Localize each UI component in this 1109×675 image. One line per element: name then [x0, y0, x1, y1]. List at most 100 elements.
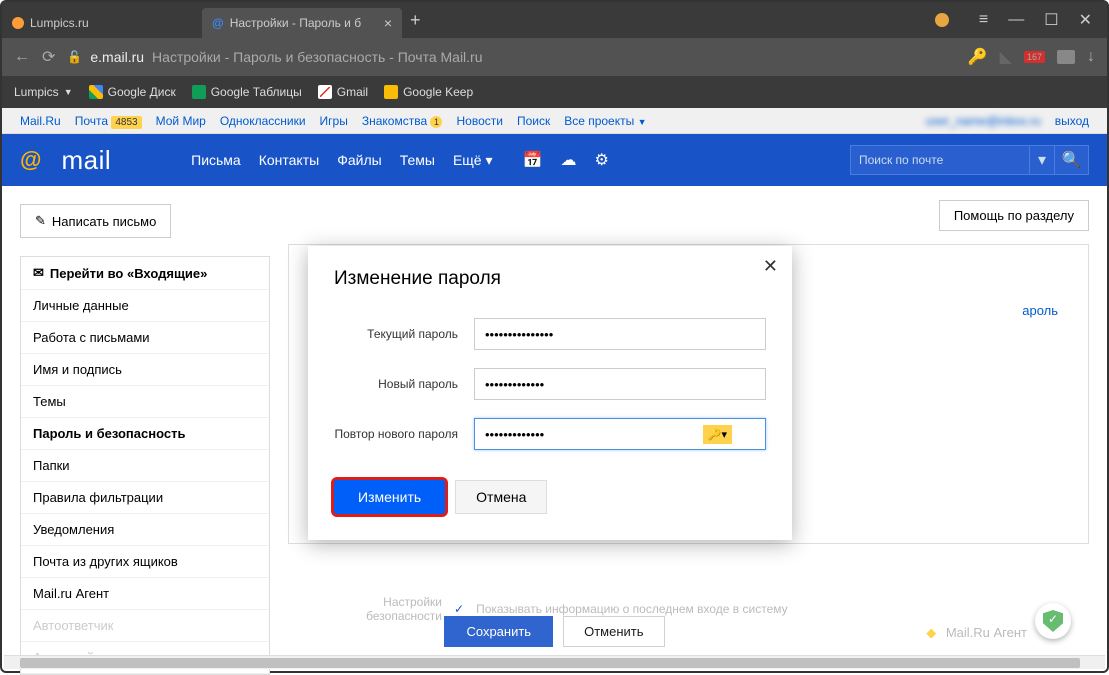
gmail-icon	[318, 85, 332, 99]
nav-contacts[interactable]: Контакты	[259, 152, 319, 169]
adguard-button[interactable]	[1035, 603, 1071, 639]
label-new: Новый пароль	[334, 377, 474, 391]
portal-link-all[interactable]: Все проекты ▼	[564, 114, 646, 128]
nav-more[interactable]: Ещё ▾	[453, 152, 493, 169]
sidenav-notifications[interactable]: Уведомления	[21, 514, 269, 546]
bookmark-gsheets[interactable]: Google Таблицы	[192, 85, 302, 99]
input-current-password[interactable]	[474, 318, 766, 350]
bg-checkbox[interactable]: ✓	[454, 602, 464, 616]
sidenav-work[interactable]: Работа с письмами	[21, 322, 269, 354]
sidenav-folders[interactable]: Папки	[21, 450, 269, 482]
extension-lastfm-icon[interactable]	[1057, 50, 1075, 64]
row-new-password: Новый пароль	[334, 368, 766, 400]
nav-themes[interactable]: Темы	[400, 152, 435, 169]
mail-nav: Письма Контакты Файлы Темы Ещё ▾	[191, 152, 492, 169]
nav-files[interactable]: Файлы	[337, 152, 381, 169]
password-manager-icon[interactable]: 🔑▾	[703, 425, 732, 444]
agent-icon: ◆	[926, 625, 936, 640]
horizontal-scrollbar[interactable]	[4, 655, 1105, 669]
calendar-icon[interactable]: 📅	[523, 150, 543, 170]
input-new-password[interactable]	[474, 368, 766, 400]
bookmark-lumpics[interactable]: Lumpics ▼	[14, 85, 73, 99]
portal-link-dating[interactable]: Знакомства 1	[362, 114, 443, 128]
dating-count-badge: 1	[430, 116, 442, 128]
gdrive-icon	[89, 85, 103, 99]
search-input[interactable]	[850, 145, 1030, 175]
bookmark-icon[interactable]: ◣	[1000, 47, 1012, 67]
close-window-icon[interactable]: ✕	[1079, 10, 1092, 30]
bg-checkbox-text: Показывать информацию о последнем входе …	[476, 602, 788, 616]
sidenav-agent[interactable]: Mail.ru Агент	[21, 578, 269, 610]
mail-count-badge: 4853	[111, 116, 141, 129]
portal-link-games[interactable]: Игры	[320, 114, 348, 128]
user-email[interactable]: user_name@inbox.ru	[926, 114, 1041, 128]
label-repeat: Повтор нового пароля	[334, 427, 474, 441]
back-button[interactable]: ←	[14, 48, 30, 66]
bg-cancel-button[interactable]: Отменить	[563, 616, 664, 647]
shield-icon	[1043, 610, 1063, 632]
portal-link-mymir[interactable]: Мой Мир	[156, 114, 206, 128]
row-repeat-password: Повтор нового пароля 🔑▾	[334, 418, 766, 450]
sidenav-filters[interactable]: Правила фильтрации	[21, 482, 269, 514]
portal-navbar: Mail.Ru Почта 4853 Мой Мир Одноклассники…	[2, 108, 1107, 134]
downloads-icon[interactable]: ↓	[1087, 48, 1095, 66]
row-current-password: Текущий пароль	[334, 318, 766, 350]
modal-title: Изменение пароля	[334, 268, 766, 290]
help-button[interactable]: Помощь по разделу	[939, 200, 1089, 231]
search-dropdown-icon[interactable]: ▾	[1030, 145, 1055, 175]
compose-button[interactable]: ✎ Написать письмо	[20, 204, 171, 238]
portal-link-search[interactable]: Поиск	[517, 114, 550, 128]
sidenav-themes[interactable]: Темы	[21, 386, 269, 418]
search-icon: 🔍	[1062, 150, 1082, 170]
extension-icon[interactable]	[935, 13, 949, 27]
bookmark-gdrive[interactable]: Google Диск	[89, 85, 176, 99]
reload-button[interactable]: ⟳	[42, 47, 55, 67]
portal-link-news[interactable]: Новости	[456, 114, 502, 128]
sidenav-signature[interactable]: Имя и подпись	[21, 354, 269, 386]
submit-button[interactable]: Изменить	[334, 480, 445, 514]
browser-tab-1[interactable]: @ Настройки - Пароль и б ×	[202, 8, 402, 38]
mail-search: ▾ 🔍	[850, 145, 1089, 175]
minimize-icon[interactable]: —	[1008, 11, 1024, 29]
logout-link[interactable]: выход	[1055, 114, 1089, 128]
browser-titlebar: Lumpics.ru @ Настройки - Пароль и б × + …	[2, 2, 1107, 38]
extension-badge[interactable]: 167	[1024, 51, 1045, 63]
inbox-icon: ✉	[33, 265, 44, 281]
portal-link-ok[interactable]: Одноклассники	[220, 114, 306, 128]
nav-letters[interactable]: Письма	[191, 152, 241, 169]
favicon-mailru: @	[212, 16, 224, 30]
new-tab-button[interactable]: +	[410, 10, 421, 31]
modal-buttons: Изменить Отмена	[334, 480, 766, 514]
window-controls: ≡ — ☐ ✕	[935, 10, 1107, 30]
tab-close-icon[interactable]: ×	[384, 15, 392, 31]
settings-sidenav: ✉Перейти во «Входящие» Личные данные Раб…	[20, 256, 270, 675]
compose-icon: ✎	[35, 213, 46, 229]
modal-close-button[interactable]: ✕	[763, 256, 778, 277]
address-bar: ← ⟳ 🔓 e.mail.ru Настройки - Пароль и без…	[2, 38, 1107, 76]
key-indicator-icon[interactable]: 🔑	[968, 47, 988, 67]
bg-save-button[interactable]: Сохранить	[444, 616, 553, 647]
gear-icon[interactable]: ⚙	[594, 150, 608, 170]
bookmark-gmail[interactable]: Gmail	[318, 85, 368, 99]
sidenav-security[interactable]: Пароль и безопасность	[21, 418, 269, 450]
browser-tab-0[interactable]: Lumpics.ru	[2, 8, 202, 38]
sidenav-inbox[interactable]: ✉Перейти во «Входящие»	[21, 257, 269, 290]
search-button[interactable]: 🔍	[1055, 145, 1089, 175]
bookmark-gkeep[interactable]: Google Keep	[384, 85, 473, 99]
tab-0-title: Lumpics.ru	[30, 16, 89, 30]
gkeep-icon	[384, 85, 398, 99]
scrollbar-thumb[interactable]	[20, 658, 1080, 668]
maximize-icon[interactable]: ☐	[1044, 10, 1058, 30]
menu-icon[interactable]: ≡	[979, 11, 988, 29]
mail-header: @ mail Письма Контакты Файлы Темы Ещё ▾ …	[2, 134, 1107, 186]
cloud-icon[interactable]: ☁	[560, 150, 576, 170]
sidenav-extmail[interactable]: Почта из других ящиков	[21, 546, 269, 578]
url-box[interactable]: 🔓 e.mail.ru Настройки - Пароль и безопас…	[67, 49, 955, 65]
logo-text[interactable]: mail	[61, 145, 111, 176]
sidenav-personal[interactable]: Личные данные	[21, 290, 269, 322]
portal-link-mail[interactable]: Почта 4853	[75, 114, 142, 128]
bookmarks-bar: Lumpics ▼ Google Диск Google Таблицы Gma…	[2, 76, 1107, 108]
portal-link-mailru[interactable]: Mail.Ru	[20, 114, 61, 128]
bg-agent-label: ◆ Mail.Ru Агент	[926, 625, 1027, 641]
cancel-button[interactable]: Отмена	[455, 480, 547, 514]
